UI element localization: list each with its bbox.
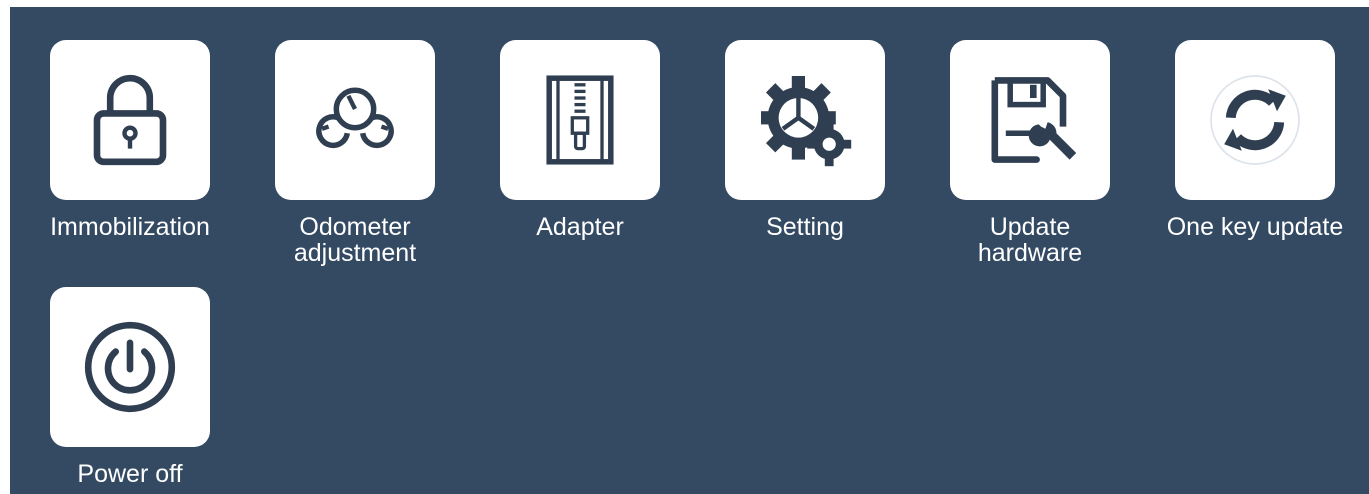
floppy-wrench-icon	[991, 77, 1077, 163]
odometer-adjustment-label: Odometer adjustment	[293, 213, 417, 267]
immobilization-icon-tile[interactable]	[50, 40, 210, 200]
one-key-update-icon-tile[interactable]	[1175, 40, 1335, 200]
gears-icon	[761, 76, 852, 167]
home-screen: Immobilization Odometer adjustment Adapt…	[10, 7, 1369, 494]
adapter-icon-tile[interactable]	[500, 40, 660, 200]
setting-icon-tile[interactable]	[725, 40, 885, 200]
power-icon	[84, 321, 176, 413]
one-key-update-label: One key update	[1166, 213, 1344, 241]
power-off-label: Power off	[77, 460, 183, 488]
setting-label: Setting	[766, 213, 844, 241]
zipper-adapter-icon	[546, 75, 614, 165]
setting-app[interactable]: Setting	[700, 40, 910, 240]
power-off-icon-tile[interactable]	[50, 287, 210, 447]
power-off-app[interactable]: Power off	[25, 287, 235, 487]
one-key-update-app[interactable]: One key update	[1150, 40, 1360, 240]
update-hardware-app[interactable]: Update hardware	[925, 40, 1135, 266]
odometer-adjustment-icon-tile[interactable]	[275, 40, 435, 200]
adapter-label: Adapter	[536, 213, 624, 241]
refresh-arrows-icon	[1210, 75, 1300, 165]
immobilization-app[interactable]: Immobilization	[25, 40, 235, 240]
odometer-adjustment-app[interactable]: Odometer adjustment	[250, 40, 460, 266]
update-hardware-label: Update hardware	[977, 213, 1083, 267]
odometer-gauges-icon	[316, 87, 394, 149]
update-hardware-icon-tile[interactable]	[950, 40, 1110, 200]
padlock-icon	[93, 74, 167, 166]
immobilization-label: Immobilization	[50, 213, 210, 241]
adapter-app[interactable]: Adapter	[475, 40, 685, 240]
